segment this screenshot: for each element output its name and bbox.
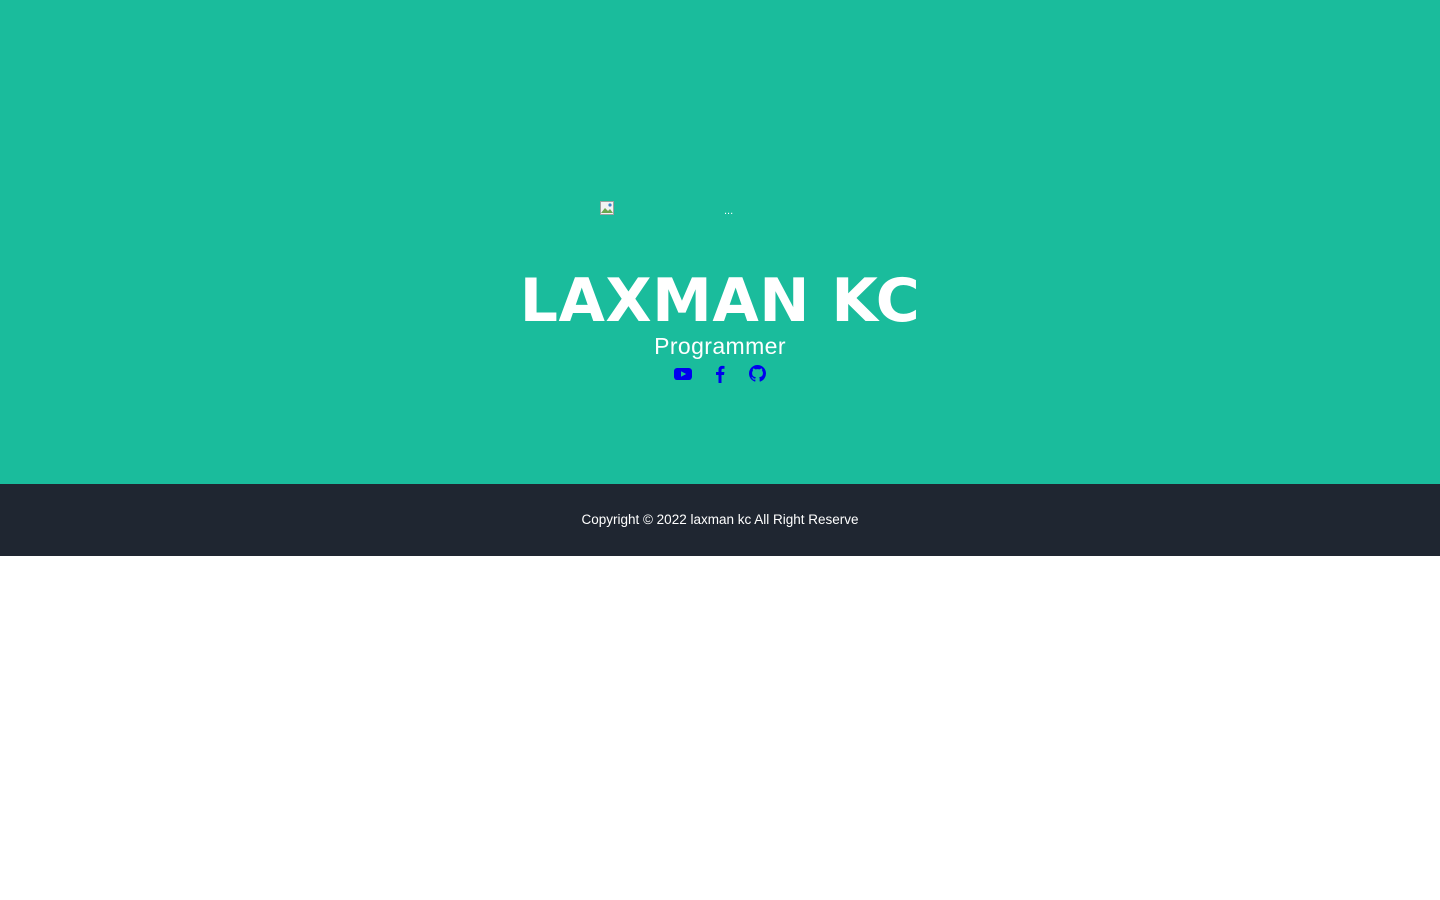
facebook-icon (715, 365, 725, 388)
page-title: LAXMAN KC (519, 266, 921, 336)
github-link[interactable] (748, 365, 767, 387)
facebook-link[interactable] (711, 365, 730, 388)
avatar-image: ... (600, 200, 856, 224)
social-links (0, 365, 1440, 388)
github-icon (748, 365, 766, 387)
avatar-alt-text: ... (724, 205, 734, 217)
youtube-link[interactable] (674, 366, 693, 386)
copyright-text: Copyright © 2022 laxman kc All Right Res… (581, 512, 859, 527)
youtube-icon (674, 367, 692, 386)
masthead: ... LAXMAN KC Programmer (0, 0, 1440, 484)
broken-image-icon (600, 201, 614, 215)
footer: Copyright © 2022 laxman kc All Right Res… (0, 484, 1440, 556)
page-subtitle: Programmer (654, 333, 786, 359)
